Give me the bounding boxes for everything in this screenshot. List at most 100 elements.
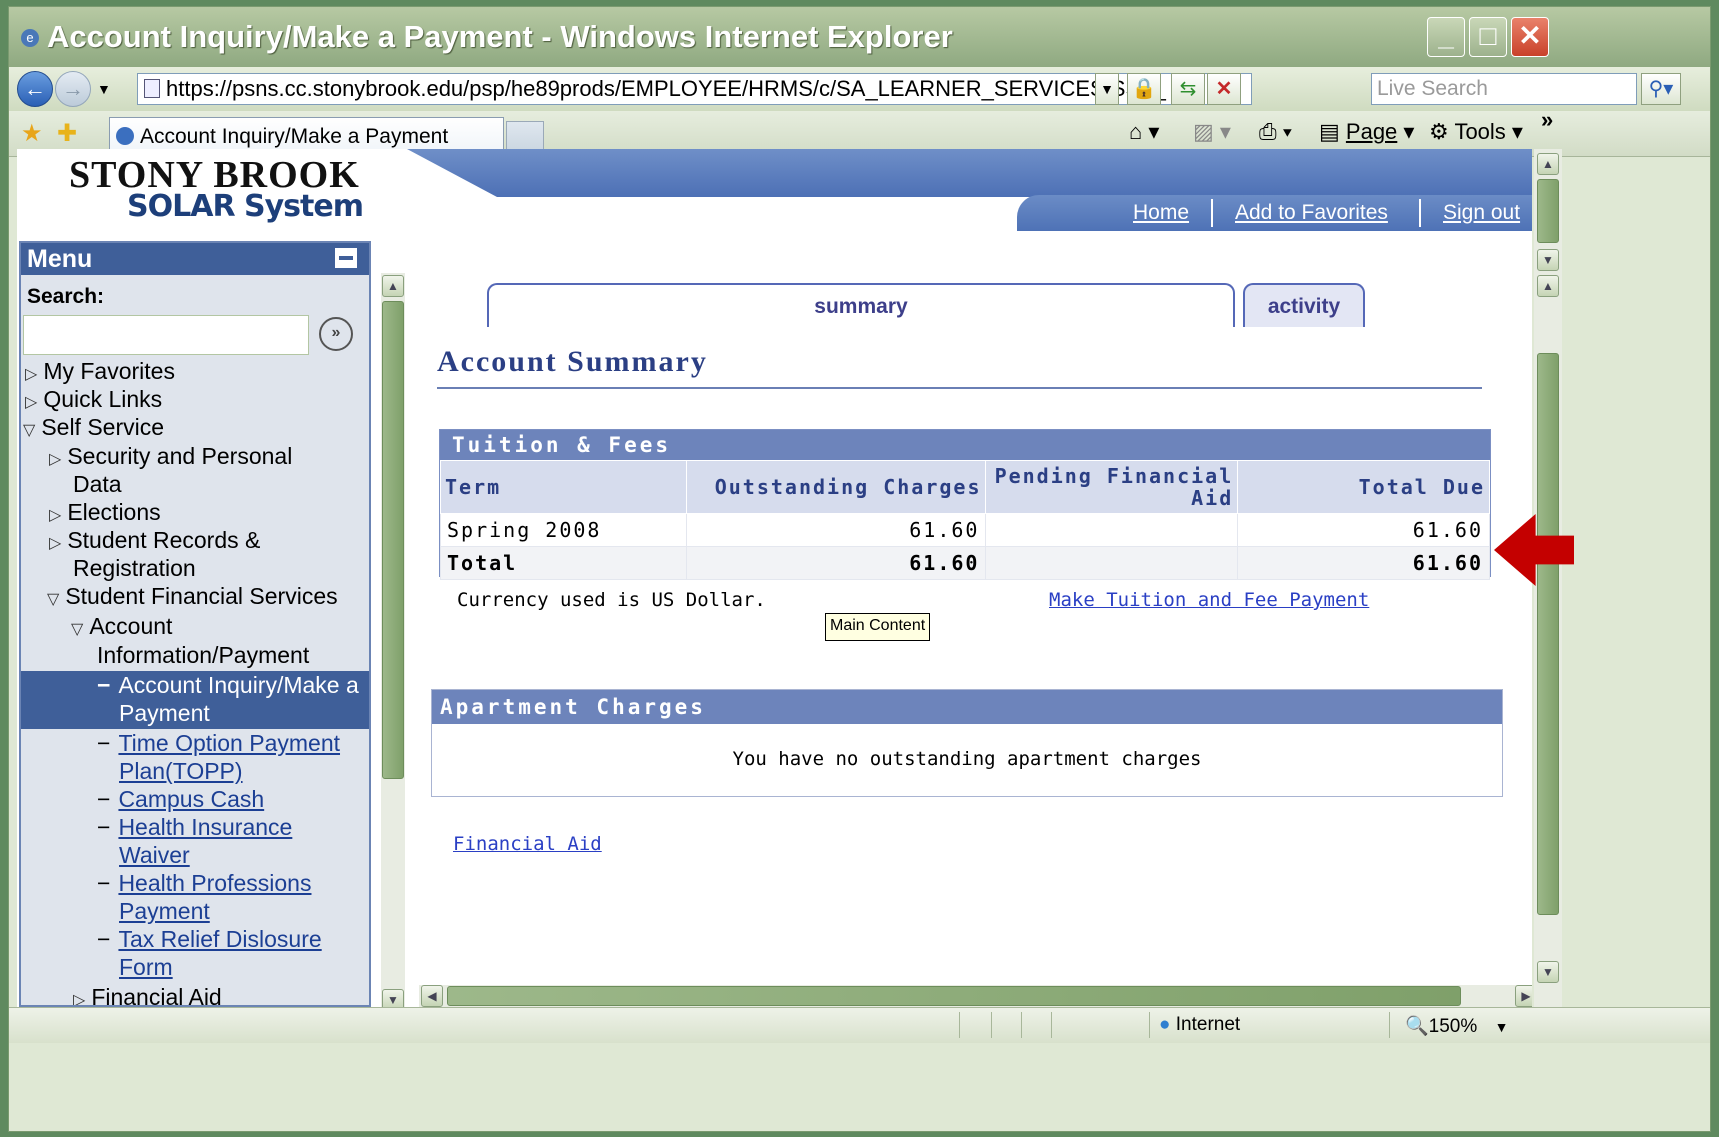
- status-divider: [1021, 1012, 1022, 1038]
- address-toolbar: ← → ▼ https://psns.cc.stonybrook.edu/psp…: [9, 67, 1710, 111]
- menu-item-campus-cash[interactable]: − Campus Cash: [97, 785, 264, 813]
- make-payment-link[interactable]: Make Tuition and Fee Payment: [1049, 589, 1369, 611]
- page-title: Account Summary: [437, 345, 708, 378]
- tuition-fees-panel: Tuition & Fees Term Outstanding Charges …: [439, 429, 1491, 580]
- add-favorites-icon[interactable]: ✚: [57, 119, 77, 148]
- menu-item-student-records-line2[interactable]: Registration: [73, 554, 196, 582]
- recent-pages-dropdown-icon[interactable]: ▼: [97, 81, 111, 97]
- header-banner: [407, 149, 1532, 197]
- zoom-control[interactable]: 🔍150% ▼: [1405, 1014, 1508, 1038]
- menu-item-account-inquiry[interactable]: − Account Inquiry/Make a: [97, 671, 359, 699]
- zoom-icon: 🔍: [1405, 1016, 1429, 1037]
- status-bar: ● Internet 🔍150% ▼: [9, 1007, 1710, 1043]
- address-dropdown-icon[interactable]: ▼: [1095, 73, 1119, 105]
- page-menu-label: Page: [1345, 119, 1398, 144]
- add-to-favorites-link[interactable]: Add to Favorites: [1235, 201, 1388, 225]
- menu-item-financial-aid[interactable]: ▷ Financial Aid: [73, 983, 222, 1005]
- menu-scrollbar[interactable]: ▲ ▼: [381, 273, 405, 1007]
- forward-arrow-icon[interactable]: →: [55, 71, 91, 107]
- header-nav: Home Add to Favorites Sign out: [1017, 195, 1532, 231]
- menu-item-topp-line2[interactable]: Plan(TOPP): [119, 757, 243, 785]
- refresh-icon[interactable]: ⇆: [1171, 73, 1205, 105]
- home-link[interactable]: Home: [1133, 201, 1189, 225]
- term-cell: Total: [440, 546, 687, 580]
- maximize-button[interactable]: □: [1469, 17, 1507, 57]
- sign-out-link[interactable]: Sign out: [1443, 201, 1520, 225]
- menu-item-health-professions-payment-line2[interactable]: Payment: [119, 897, 210, 925]
- total-due-cell: 61.60: [1237, 513, 1490, 547]
- page-scroll-thumb[interactable]: [1537, 353, 1559, 915]
- column-header: Pending Financial Aid: [985, 460, 1239, 514]
- security-zone-label: Internet: [1175, 1014, 1241, 1035]
- scroll-right-icon[interactable]: ▶: [1515, 985, 1532, 1007]
- title-bar: e Account Inquiry/Make a Payment - Windo…: [9, 7, 1710, 67]
- tab-page-icon: [116, 127, 134, 145]
- collapse-triangle-icon: ▽: [71, 621, 84, 638]
- page-scrollbar[interactable]: ▲ ▼ ▲ ▼: [1534, 149, 1562, 1007]
- globe-icon: ●: [1159, 1014, 1171, 1035]
- nav-divider: [1419, 199, 1421, 227]
- menu-title: Menu: [21, 243, 369, 275]
- menu-item-tax-relief[interactable]: − Tax Relief Dislosure: [97, 925, 322, 953]
- financial-aid-link[interactable]: Financial Aid: [453, 833, 602, 855]
- tools-menu[interactable]: ⚙ Tools ▾: [1429, 119, 1523, 145]
- scroll-left-icon[interactable]: ◀: [421, 985, 443, 1007]
- favorites-star-icon[interactable]: ★: [21, 119, 43, 148]
- tab-summary[interactable]: summary: [487, 283, 1235, 327]
- menu-search-input[interactable]: [23, 315, 309, 355]
- menu-item-account-information[interactable]: ▽ Account: [71, 612, 172, 644]
- scroll-up-icon[interactable]: ▲: [382, 275, 404, 297]
- back-arrow-icon[interactable]: ←: [17, 71, 53, 107]
- tab-activity[interactable]: activity: [1243, 283, 1365, 327]
- menu-scroll-thumb[interactable]: [382, 301, 404, 779]
- main-content-tooltip: Main Content: [825, 613, 931, 641]
- collapse-menu-icon[interactable]: [335, 248, 357, 268]
- logo-solar-system: SOLAR System: [127, 189, 364, 224]
- column-header: Outstanding Charges: [685, 460, 987, 514]
- scroll-up-icon[interactable]: ▲: [1537, 153, 1559, 175]
- minimize-button[interactable]: _: [1427, 17, 1465, 57]
- menu-item-security-personal-data-line2[interactable]: Data: [73, 470, 122, 498]
- menu-item-tax-relief-line2[interactable]: Form: [119, 953, 173, 981]
- total-due-cell: 61.60: [1237, 546, 1490, 580]
- address-input[interactable]: https://psns.cc.stonybrook.edu/psp/he89p…: [137, 73, 1252, 105]
- column-header: Total Due: [1237, 460, 1490, 514]
- page-header: STONY BROOK SOLAR System Home Add to Fav…: [17, 149, 1532, 241]
- menu-item-account-information-line2[interactable]: Information/Payment: [97, 641, 309, 669]
- close-button[interactable]: ✕: [1511, 17, 1549, 57]
- menu-item-health-insurance-waiver[interactable]: − Health Insurance: [97, 813, 292, 841]
- live-search-input[interactable]: Live Search: [1371, 73, 1637, 105]
- scroll-up-icon[interactable]: ▲: [1537, 275, 1559, 297]
- lock-icon[interactable]: 🔒: [1127, 73, 1161, 105]
- scroll-down-icon[interactable]: ▼: [1537, 249, 1559, 271]
- ie-logo-icon: e: [21, 29, 39, 47]
- term-cell: Spring 2008: [440, 513, 687, 547]
- menu-item-account-inquiry-line2[interactable]: Payment: [119, 699, 210, 727]
- horizontal-scroll-thumb[interactable]: [447, 986, 1461, 1006]
- column-header: Term: [440, 460, 687, 514]
- search-go-icon[interactable]: »: [319, 317, 353, 351]
- search-icon[interactable]: ⚲▾: [1641, 73, 1681, 105]
- chevron-more-icon[interactable]: »: [1541, 107, 1553, 133]
- menu-item-self-service[interactable]: ▽ Self Service: [23, 413, 164, 445]
- menu-item-student-financial-services[interactable]: ▽ Student Financial Services: [47, 582, 338, 614]
- menu-item-topp[interactable]: − Time Option Payment: [97, 729, 340, 757]
- print-icon[interactable]: ⎙ ▾: [1259, 119, 1292, 145]
- zoom-dropdown-icon[interactable]: ▼: [1495, 1019, 1509, 1035]
- outstanding-cell: 61.60: [685, 513, 987, 547]
- browser-tab-label: Account Inquiry/Make a Payment: [140, 125, 449, 148]
- page-scroll-thumb-top[interactable]: [1537, 179, 1559, 243]
- feeds-icon[interactable]: ▨ ▾: [1193, 119, 1231, 145]
- window-title: Account Inquiry/Make a Payment - Windows…: [47, 19, 953, 54]
- tuition-fees-table: Term Outstanding Charges Pending Financi…: [440, 460, 1490, 580]
- menu-item-health-professions-payment[interactable]: − Health Professions: [97, 869, 311, 897]
- horizontal-scrollbar[interactable]: ◀ ▶: [419, 985, 1532, 1007]
- scroll-down-icon[interactable]: ▼: [382, 989, 404, 1007]
- menu-item-health-insurance-waiver-line2[interactable]: Waiver: [119, 841, 190, 869]
- status-divider: [1149, 1012, 1150, 1038]
- page-menu[interactable]: ▤ Page ▾: [1319, 119, 1414, 145]
- home-icon[interactable]: ⌂ ▾: [1129, 119, 1159, 145]
- stop-icon[interactable]: ✕: [1207, 73, 1241, 105]
- collapse-triangle-icon: ▽: [47, 591, 60, 608]
- scroll-down-icon[interactable]: ▼: [1537, 961, 1559, 983]
